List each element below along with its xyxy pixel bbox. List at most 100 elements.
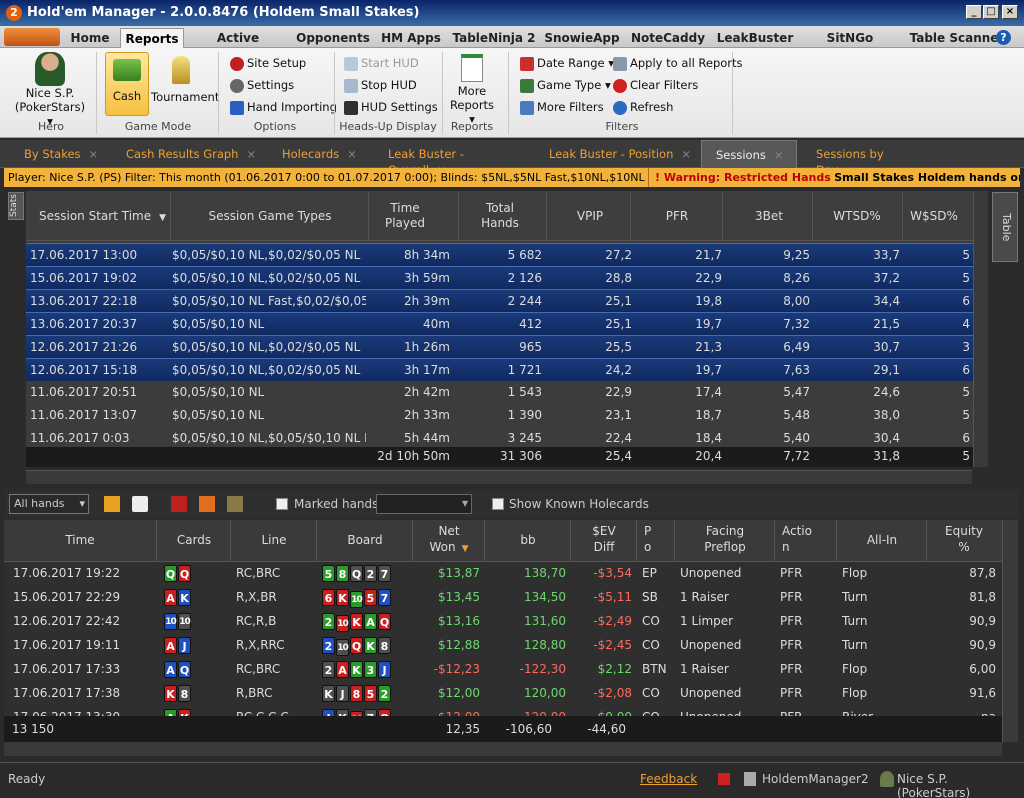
sessions-col-header[interactable]: Time Played: [370, 201, 440, 231]
marked-hands-select[interactable]: ▾: [376, 494, 472, 514]
sessions-col-header[interactable]: Session Start Time ▼: [30, 209, 170, 226]
hand-cell-line: R,X,BR: [236, 590, 277, 604]
more-reports-button[interactable]: More Reports ▾: [446, 52, 498, 126]
refresh-button[interactable]: Refresh: [613, 100, 673, 115]
session-row[interactable]: 13.06.2017 22:18 $0,05/$0,10 NL Fast,$0,0…: [26, 289, 973, 312]
hands-col-header[interactable]: Line: [232, 532, 316, 548]
app-icon[interactable]: 2: [6, 5, 22, 21]
trophy-small-icon[interactable]: [227, 496, 243, 512]
menu-tab-sitngo-wizard[interactable]: SitNGo Wizard: [802, 28, 898, 65]
hands-h-scrollbar[interactable]: [4, 742, 1002, 756]
help-icon[interactable]: ?: [996, 30, 1011, 45]
hand-cell-ev: -$5,11: [593, 590, 632, 604]
grid-icon[interactable]: [171, 496, 187, 512]
more-filters-button[interactable]: More Filters: [520, 100, 604, 115]
close-button[interactable]: ×: [1002, 5, 1018, 19]
hand-row[interactable]: 17.06.2017 19:22 Q Q RC,BRC 5 8 Q 2 7 $13,87 138,7…: [4, 562, 1002, 586]
hand-row[interactable]: 17.06.2017 17:33 A Q RC,BRC 2 A K 3 J -$12,23 -122…: [4, 658, 1002, 682]
apply-all-reports-button[interactable]: Apply to all Reports: [613, 56, 743, 71]
close-icon[interactable]: ×: [89, 147, 99, 161]
tournament-mode-button[interactable]: Tournament: [151, 52, 219, 104]
known-holecards-checkbox[interactable]: [492, 498, 504, 510]
session-row[interactable]: 11.06.2017 20:51 $0,05/$0,10 NL 2h 42m 1 54…: [26, 381, 973, 404]
clear-filters-button[interactable]: Clear Filters: [613, 78, 698, 93]
stats-side-tab[interactable]: Stats: [8, 192, 24, 220]
hero-button[interactable]: Nice S.P. (PokerStars) ▾: [14, 52, 86, 128]
menu-tab-notecaddy[interactable]: NoteCaddy: [629, 28, 707, 48]
rewind-icon[interactable]: [104, 496, 120, 512]
hands-col-header[interactable]: Actio n: [776, 523, 836, 555]
close-icon[interactable]: ×: [246, 147, 256, 161]
table-side-tab[interactable]: Table: [992, 192, 1018, 262]
close-icon[interactable]: ×: [681, 147, 691, 161]
settings-button[interactable]: Settings: [230, 78, 294, 93]
menu-tab-tableninja-2[interactable]: TableNinja 2: [452, 28, 536, 48]
hands-col-header[interactable]: Cards: [158, 532, 230, 548]
hand-row[interactable]: 17.06.2017 19:11 A J R,X,RRC 2 10 Q K 8 $12,88 128…: [4, 634, 1002, 658]
session-row[interactable]: 12.06.2017 21:26 $0,05/$0,10 NL,$0,02/$0,…: [26, 335, 973, 358]
hands-col-header[interactable]: Po: [638, 523, 674, 555]
sessions-col-header[interactable]: Total Hands: [460, 201, 540, 231]
game-type-button[interactable]: Game Type ▾: [520, 78, 611, 93]
minimize-button[interactable]: _: [966, 5, 982, 19]
report-tab-leak-buster-position[interactable]: Leak Buster - Position ×: [537, 146, 691, 166]
hand-row[interactable]: 17.06.2017 17:38 K 8 R,BRC K J 8 5 2 $12,00 120,00…: [4, 682, 1002, 706]
sessions-col-header[interactable]: PFR: [632, 209, 722, 224]
menu-tab-table-scanner[interactable]: Table Scanner: [908, 28, 1006, 48]
app-menu-button[interactable]: [4, 28, 60, 46]
session-row[interactable]: 15.06.2017 19:02 $0,05/$0,10 NL,$0,02/$0,…: [26, 266, 973, 289]
start-hud-button[interactable]: Start HUD: [344, 56, 419, 71]
card-icon[interactable]: [132, 496, 148, 512]
hands-col-header[interactable]: Facing Preflop: [676, 523, 774, 555]
menu-tab-leakbuster[interactable]: LeakBuster: [715, 28, 795, 48]
hands-col-header[interactable]: Equity%: [928, 523, 1000, 555]
date-range-button[interactable]: Date Range ▾: [520, 56, 614, 71]
report-tab-holecards[interactable]: Holecards ×: [270, 146, 366, 166]
chart-icon[interactable]: [199, 496, 215, 512]
hand-cell-pos: CO: [642, 638, 660, 652]
sessions-col-header[interactable]: WTSD%: [814, 209, 900, 224]
maximize-button[interactable]: □: [983, 5, 999, 19]
site-setup-button[interactable]: Site Setup: [230, 56, 306, 71]
close-icon[interactable]: ×: [774, 148, 784, 162]
sessions-v-scrollbar[interactable]: [973, 191, 988, 467]
hands-col-header[interactable]: Time: [4, 532, 156, 548]
session-row[interactable]: 12.06.2017 15:18 $0,05/$0,10 NL,$0,02/$0,…: [26, 358, 973, 381]
hud-settings-button[interactable]: HUD Settings: [344, 100, 438, 115]
sessions-col-header[interactable]: 3Bet: [724, 209, 814, 224]
stop-hud-button[interactable]: Stop HUD: [344, 78, 417, 93]
sessions-col-header[interactable]: Session Game Types: [172, 209, 368, 224]
menu-tab-snowieapp[interactable]: SnowieApp: [544, 28, 620, 48]
feedback-link[interactable]: Feedback: [640, 772, 697, 786]
hand-importing-button[interactable]: Hand Importing: [230, 100, 337, 115]
hands-col-header[interactable]: $EV Diff: [572, 523, 636, 555]
marked-hands-checkbox[interactable]: [276, 498, 288, 510]
hands-col-header[interactable]: Net Won ▼: [414, 523, 484, 557]
sessions-col-header[interactable]: W$SD%: [904, 209, 964, 224]
menu-tab-opponents[interactable]: Opponents: [294, 28, 372, 48]
sessions-col-header[interactable]: VPIP: [548, 209, 632, 224]
menu-tab-active-session[interactable]: Active Session: [189, 28, 287, 65]
sessions-h-scrollbar[interactable]: [26, 470, 972, 484]
hand-row[interactable]: 12.06.2017 22:42 10 10 RC,R,B 2 10 K A Q $13,16 13…: [4, 610, 1002, 634]
close-icon[interactable]: ×: [347, 147, 357, 161]
hands-col-header[interactable]: bb: [486, 532, 570, 548]
menu-tab-reports[interactable]: Reports: [120, 28, 184, 48]
report-tab-by-stakes[interactable]: By Stakes ×: [12, 146, 104, 166]
menu-tab-home[interactable]: Home: [68, 28, 112, 48]
menu-tab-hm-apps[interactable]: HM Apps: [378, 28, 444, 48]
hands-col-header[interactable]: All-In: [838, 532, 926, 548]
report-tab-leak-buster-overall[interactable]: Leak Buster - Overall×: [376, 146, 526, 177]
hand-row[interactable]: 17.06.2017 13:30AKRC,C,C,CJK107Q-$12,00-…: [4, 706, 1002, 716]
cash-mode-button[interactable]: Cash: [105, 52, 149, 116]
session-row[interactable]: 13.06.2017 20:37 $0,05/$0,10 NL 40m 412 25,1…: [26, 312, 973, 335]
report-tab-cash-results-graph[interactable]: Cash Results Graph ×: [114, 146, 260, 166]
session-row[interactable]: 17.06.2017 13:00 $0,05/$0,10 NL,$0,02/$0,…: [26, 243, 973, 266]
session-row[interactable]: 11.06.2017 13:07 $0,05/$0,10 NL 2h 33m 1 39…: [26, 404, 973, 427]
report-tab-sessions-by-day[interactable]: Sessions by Day×: [804, 146, 918, 177]
hand-row[interactable]: 15.06.2017 22:29 A K R,X,BR 6 K 10 5 7 $13,45 134,…: [4, 586, 1002, 610]
hand-filter-select[interactable]: All hands ▾: [9, 494, 89, 514]
hands-col-header[interactable]: Board: [318, 532, 412, 548]
hands-v-scrollbar[interactable]: [1002, 520, 1018, 742]
report-tab-sessions[interactable]: Sessions ×: [701, 140, 797, 168]
